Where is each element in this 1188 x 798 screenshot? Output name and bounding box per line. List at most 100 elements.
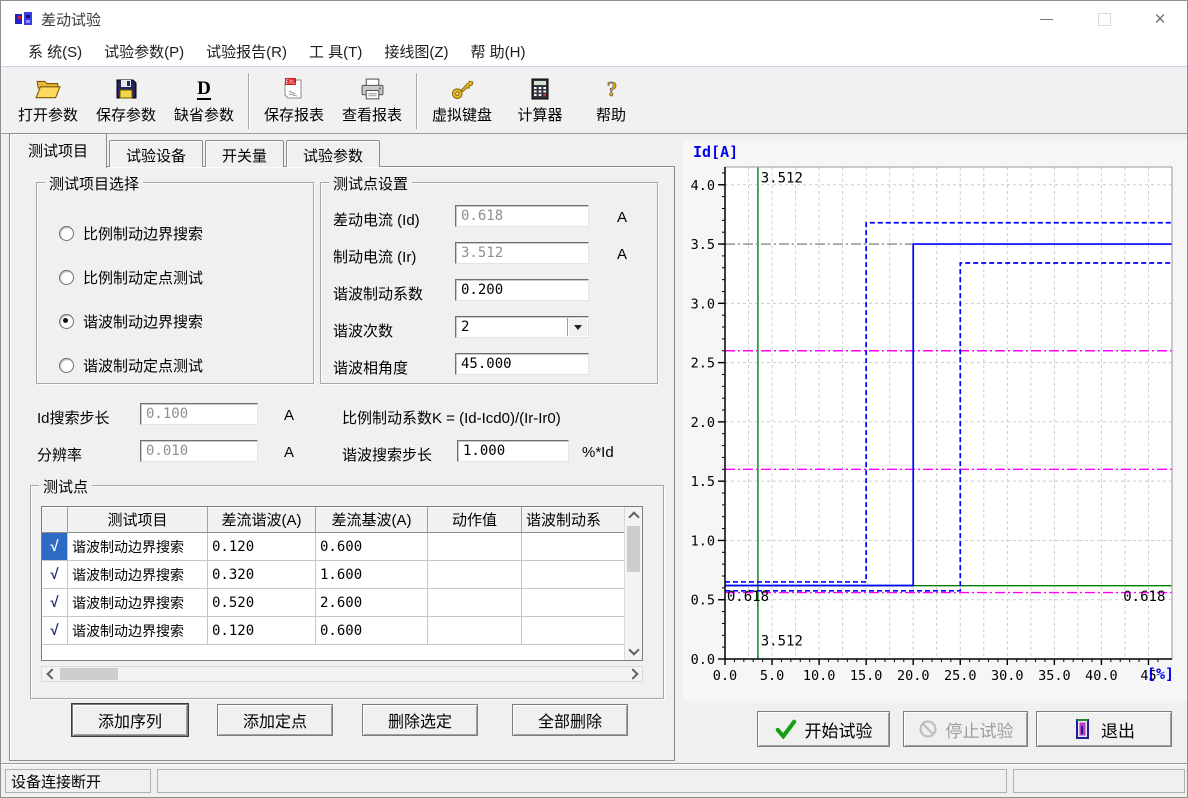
restraint-current-input[interactable]: 3.512	[455, 242, 589, 264]
toolbar-virtual-keyboard[interactable]: 虚拟键盘	[423, 72, 501, 130]
cell-diff-harmonic[interactable]: 0.320	[208, 561, 316, 589]
cell-test-item[interactable]: 谐波制动边界搜索	[68, 533, 208, 561]
toolbar-save-params-label: 保存参数	[96, 104, 156, 125]
scrollbar-thumb[interactable]	[627, 526, 640, 572]
menu-wiring-diagram[interactable]: 接线图(Z)	[373, 37, 459, 66]
exit-button[interactable]: 退出	[1036, 711, 1172, 747]
table-horizontal-scrollbar[interactable]	[41, 666, 643, 682]
cell-diff-fundamental[interactable]: 0.600	[316, 533, 428, 561]
radio-icon	[59, 226, 74, 241]
tab-switch-quantity[interactable]: 开关量	[205, 140, 284, 167]
svg-text:3.512: 3.512	[761, 170, 803, 186]
toolbar-calculator[interactable]: 计算器	[501, 72, 579, 130]
tab-test-items[interactable]: 测试项目	[9, 133, 107, 168]
id-search-step-input[interactable]: 0.100	[140, 403, 258, 425]
radio-ratio-fixed-point-test[interactable]: 比例制动定点测试	[59, 267, 203, 287]
cell-test-item[interactable]: 谐波制动边界搜索	[68, 561, 208, 589]
id-search-step-label: Id搜索步长	[37, 407, 110, 428]
toolbar-open-params[interactable]: 打开参数	[9, 72, 87, 130]
menu-system[interactable]: 系 统(S)	[17, 37, 93, 66]
table-row[interactable]: √ 谐波制动边界搜索 0.320 1.600	[42, 561, 624, 589]
dropdown-button[interactable]	[567, 318, 587, 336]
cell-action-value[interactable]	[428, 617, 522, 645]
id-search-step-unit: A	[284, 407, 294, 424]
tab-test-device[interactable]: 试验设备	[109, 140, 203, 167]
menu-tools[interactable]: 工 具(T)	[298, 37, 373, 66]
stop-test-label: 停止试验	[946, 717, 1014, 742]
cell-diff-harmonic[interactable]: 0.120	[208, 617, 316, 645]
row-check-cell[interactable]: √	[42, 617, 68, 645]
row-check-cell[interactable]: √	[42, 533, 68, 561]
delete-all-button[interactable]: 全部删除	[512, 704, 628, 736]
scroll-down-arrow[interactable]	[625, 643, 642, 660]
delete-selected-button[interactable]: 删除选定	[362, 704, 478, 736]
table-row[interactable]: √ 谐波制动边界搜索 0.520 2.600	[42, 589, 624, 617]
svg-text:2.0: 2.0	[691, 415, 715, 431]
table-row[interactable]: √ 谐波制动边界搜索 0.120 0.600	[42, 533, 624, 561]
table-row[interactable]: √ 谐波制动边界搜索 0.120 0.600	[42, 617, 624, 645]
cell-harmonic-coef[interactable]	[522, 589, 624, 617]
app-window: 差动试验 × 系 统(S) 试验参数(P) 试验报告(R) 工 具(T) 接线图…	[0, 0, 1188, 798]
cell-action-value[interactable]	[428, 533, 522, 561]
add-fixed-point-button[interactable]: 添加定点	[217, 704, 333, 736]
menu-test-params[interactable]: 试验参数(P)	[93, 37, 195, 66]
cell-diff-harmonic[interactable]: 0.120	[208, 533, 316, 561]
toolbar-default-params[interactable]: D 缺省参数	[165, 72, 243, 130]
row-check-cell[interactable]: √	[42, 561, 68, 589]
header-diff-fundamental: 差流基波(A)	[316, 507, 428, 533]
differential-chart: 0.05.010.015.020.025.030.035.040.0450.00…	[683, 141, 1187, 693]
radio-ratio-boundary-search[interactable]: 比例制动边界搜索	[59, 223, 203, 243]
cell-harmonic-coef[interactable]	[522, 533, 624, 561]
svg-text:?: ?	[607, 77, 618, 101]
scroll-right-arrow[interactable]	[626, 667, 642, 681]
test-points-table: 测试项目 差流谐波(A) 差流基波(A) 动作值 谐波制动系 √ 谐波制动边界搜…	[41, 506, 643, 661]
menu-test-report[interactable]: 试验报告(R)	[195, 37, 298, 66]
cell-diff-fundamental[interactable]: 2.600	[316, 589, 428, 617]
test-point-setup-group: 测试点设置 差动电流 (Id) 0.618 A 制动电流 (Ir) 3.512 …	[320, 182, 658, 384]
harmonic-search-step-input[interactable]: 1.000	[457, 440, 569, 462]
radio-harmonic-boundary-search[interactable]: 谐波制动边界搜索	[59, 311, 203, 331]
toolbar-save-params[interactable]: 保存参数	[87, 72, 165, 130]
close-button[interactable]: ×	[1137, 1, 1183, 37]
cell-harmonic-coef[interactable]	[522, 617, 624, 645]
window-title: 差动试验	[41, 9, 101, 30]
scrollbar-thumb[interactable]	[60, 668, 118, 680]
chevron-down-icon	[628, 644, 639, 655]
svg-text:1.0: 1.0	[691, 533, 715, 549]
minimize-button[interactable]	[1023, 1, 1069, 37]
test-point-setup-title: 测试点设置	[329, 173, 412, 194]
cell-diff-fundamental[interactable]: 1.600	[316, 561, 428, 589]
stop-icon	[918, 719, 938, 739]
scroll-left-arrow[interactable]	[42, 667, 58, 681]
diff-current-input[interactable]: 0.618	[455, 205, 589, 227]
toolbar-save-report[interactable]: EXL 保存报表	[255, 72, 333, 130]
menu-help[interactable]: 帮 助(H)	[459, 37, 536, 66]
minimize-icon	[1040, 19, 1053, 20]
cell-action-value[interactable]	[428, 561, 522, 589]
table-vertical-scrollbar[interactable]	[624, 507, 642, 660]
start-test-button[interactable]: 开始试验	[757, 711, 890, 747]
header-action-value: 动作值	[428, 507, 522, 533]
maximize-button[interactable]	[1081, 1, 1127, 37]
cell-diff-fundamental[interactable]: 0.600	[316, 617, 428, 645]
svg-text:3.512: 3.512	[761, 633, 803, 649]
toolbar-view-report[interactable]: 查看报表	[333, 72, 411, 130]
radio-label: 比例制动边界搜索	[83, 223, 203, 244]
cell-test-item[interactable]: 谐波制动边界搜索	[68, 589, 208, 617]
radio-harmonic-fixed-point-test[interactable]: 谐波制动定点测试	[59, 355, 203, 375]
harmonic-restraint-coef-input[interactable]: 0.200	[455, 279, 589, 301]
tab-test-params[interactable]: 试验参数	[286, 140, 380, 167]
harmonic-order-combobox[interactable]: 2	[455, 316, 589, 338]
cell-diff-harmonic[interactable]: 0.520	[208, 589, 316, 617]
cell-harmonic-coef[interactable]	[522, 561, 624, 589]
resolution-input[interactable]: 0.010	[140, 440, 258, 462]
harmonic-phase-angle-input[interactable]: 45.000	[455, 353, 589, 375]
toolbar-help[interactable]: ? 帮助	[579, 72, 643, 130]
radio-icon	[59, 358, 74, 373]
add-sequence-button[interactable]: 添加序列	[72, 704, 188, 736]
radio-label: 谐波制动边界搜索	[83, 311, 203, 332]
scroll-up-arrow[interactable]	[625, 507, 642, 524]
cell-test-item[interactable]: 谐波制动边界搜索	[68, 617, 208, 645]
row-check-cell[interactable]: √	[42, 589, 68, 617]
cell-action-value[interactable]	[428, 589, 522, 617]
